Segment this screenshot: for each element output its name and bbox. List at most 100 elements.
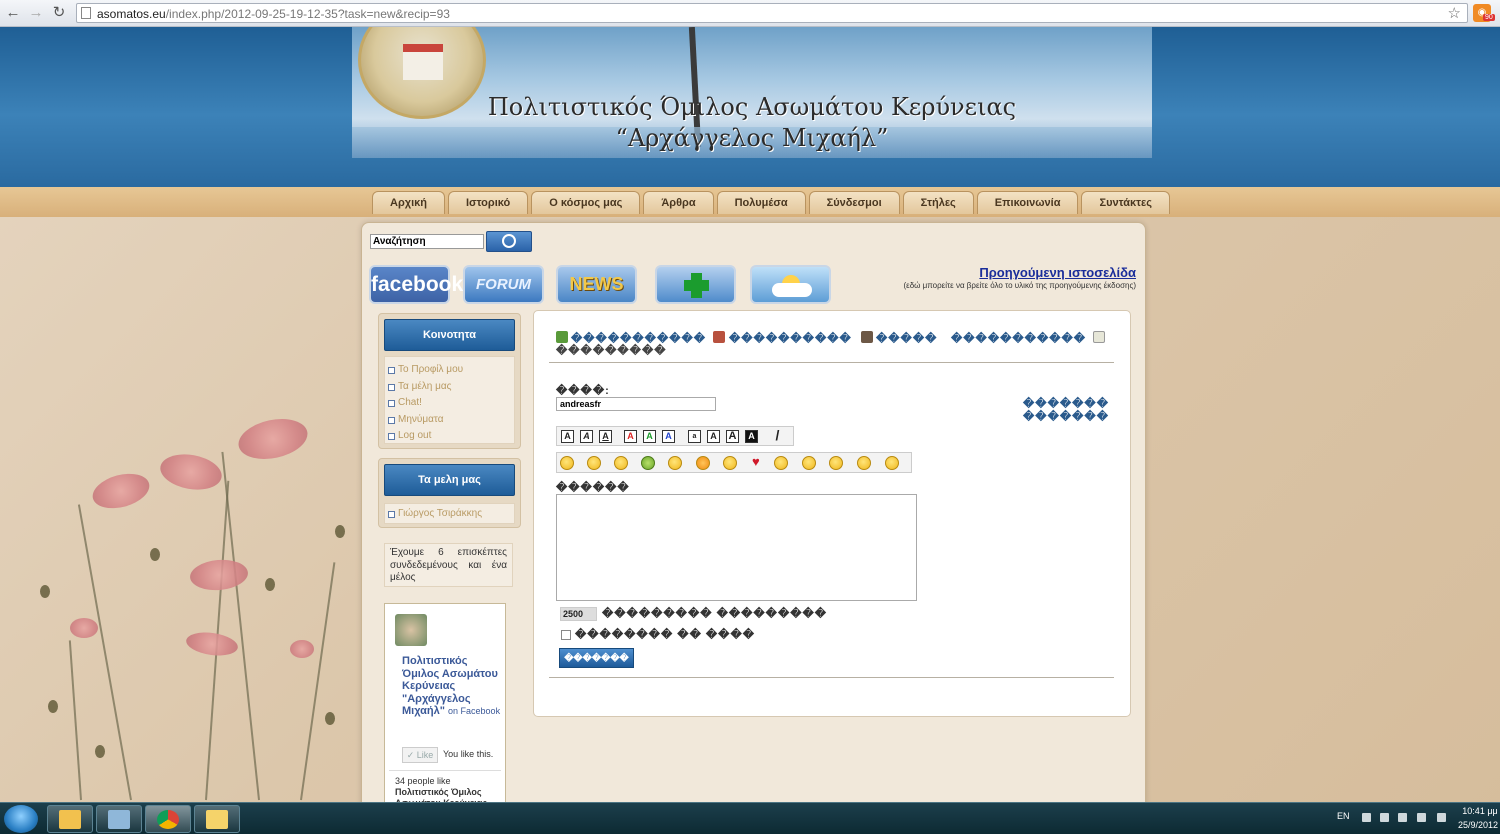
forward-arrow-icon[interactable]: → bbox=[27, 4, 45, 22]
nav-item-columns[interactable]: Στήλες bbox=[902, 191, 974, 214]
facebook-divider bbox=[389, 770, 501, 771]
nav-item-history[interactable]: Ιστορικό bbox=[448, 191, 529, 214]
language-indicator[interactable]: EN bbox=[1337, 811, 1350, 821]
recipient-label: ����: bbox=[556, 385, 610, 397]
sick-icon[interactable] bbox=[641, 456, 655, 470]
health-button[interactable] bbox=[655, 265, 736, 304]
laugh-icon[interactable] bbox=[802, 456, 816, 470]
format-normal-button[interactable]: A bbox=[707, 430, 720, 443]
flower bbox=[157, 449, 225, 495]
menu-item-chat[interactable]: Chat! bbox=[385, 395, 514, 412]
nav-item-our-world[interactable]: Ο κόσμος μας bbox=[531, 191, 641, 214]
blush-icon[interactable] bbox=[774, 456, 788, 470]
members-list: Γιώργος Τσιράκκης bbox=[384, 503, 515, 524]
flower-bud bbox=[95, 745, 105, 758]
tray-network-icon[interactable] bbox=[1380, 813, 1389, 822]
facebook-on-label: on Facebook bbox=[448, 706, 501, 716]
format-blue-button[interactable]: A bbox=[662, 430, 675, 443]
page-icon bbox=[81, 7, 91, 19]
recipients-list-link[interactable]: ������� ������� bbox=[950, 397, 1109, 423]
tray-arrow-icon[interactable] bbox=[1362, 813, 1371, 822]
search-button[interactable] bbox=[486, 231, 532, 252]
facebook-page-name[interactable]: Πολιτιστικός Όμιλος Ασωμάτου Κερύνειας "… bbox=[402, 655, 502, 718]
nav-item-home[interactable]: Αρχική bbox=[372, 191, 445, 214]
taskbar-explorer[interactable] bbox=[47, 805, 93, 833]
flower bbox=[184, 629, 240, 659]
toolbar-link-2[interactable]: ���������� bbox=[729, 332, 852, 345]
flower bbox=[290, 640, 314, 658]
taskbar-app-2[interactable] bbox=[96, 805, 142, 833]
nav-item-multimedia[interactable]: Πολυμέσα bbox=[716, 191, 806, 214]
cool-icon[interactable] bbox=[723, 456, 737, 470]
community-module: Κοινοτητα Το Προφίλ μου Τα μέλη μας Chat… bbox=[378, 313, 521, 449]
heart-icon[interactable]: ♥ bbox=[752, 454, 760, 469]
format-small-button[interactable]: a bbox=[688, 430, 701, 443]
surprised-icon[interactable] bbox=[829, 456, 843, 470]
facebook-like-button[interactable]: ✓ Like bbox=[402, 747, 438, 763]
menu-item-my-profile[interactable]: Το Προφίλ μου bbox=[385, 362, 514, 379]
save-copy-checkbox[interactable] bbox=[561, 630, 571, 640]
tray-volume-icon[interactable] bbox=[1437, 813, 1446, 822]
outbox-icon[interactable] bbox=[713, 331, 725, 343]
smile-icon[interactable] bbox=[560, 456, 574, 470]
main-navigation: Αρχική Ιστορικό Ο κόσμος μας Άρθρα Πολυμ… bbox=[0, 187, 1500, 217]
toolbar-link-3[interactable]: ����� bbox=[876, 332, 937, 345]
address-url[interactable]: asomatos.eu/index.php/2012-09-25-19-12-3… bbox=[97, 7, 450, 21]
format-huge-button[interactable]: A bbox=[745, 430, 758, 443]
format-clear-button[interactable]: / bbox=[771, 428, 784, 443]
news-button[interactable]: NEWS bbox=[556, 265, 637, 304]
angry-icon[interactable] bbox=[696, 456, 710, 470]
trash-icon[interactable] bbox=[861, 331, 873, 343]
wink-icon[interactable] bbox=[668, 456, 682, 470]
format-underline-button[interactable]: A bbox=[599, 430, 612, 443]
taskbar-chrome[interactable] bbox=[145, 805, 191, 833]
clock-date[interactable]: 25/9/2012 bbox=[1456, 820, 1500, 830]
confused-icon[interactable] bbox=[885, 456, 899, 470]
rss-badge: 90 bbox=[1483, 14, 1495, 21]
form-divider-top bbox=[549, 362, 1114, 363]
tray-device-icon[interactable] bbox=[1398, 813, 1407, 822]
facebook-you-like-text: You like this. bbox=[443, 749, 494, 759]
format-red-button[interactable]: A bbox=[624, 430, 637, 443]
facebook-page-avatar[interactable] bbox=[395, 614, 427, 646]
back-arrow-icon[interactable]: ← bbox=[4, 4, 22, 22]
send-button[interactable]: ������� bbox=[559, 648, 634, 668]
menu-item-log-out[interactable]: Log out bbox=[385, 428, 514, 445]
weather-button[interactable] bbox=[750, 265, 831, 304]
neutral-icon[interactable] bbox=[857, 456, 871, 470]
address-bar[interactable]: asomatos.eu/index.php/2012-09-25-19-12-3… bbox=[76, 3, 1468, 23]
save-copy-label: �������� �� ���� bbox=[575, 629, 756, 641]
format-green-button[interactable]: A bbox=[643, 430, 656, 443]
clock-time[interactable]: 10:41 μμ bbox=[1462, 806, 1498, 816]
message-label: ������ bbox=[556, 482, 630, 494]
search-input[interactable] bbox=[370, 234, 484, 249]
compose-icon[interactable] bbox=[1093, 331, 1105, 343]
member-item[interactable]: Γιώργος Τσιράκκης bbox=[385, 506, 514, 523]
start-button[interactable] bbox=[4, 805, 38, 833]
menu-item-members[interactable]: Τα μέλη μας bbox=[385, 379, 514, 396]
nav-item-links[interactable]: Σύνδεσμοι bbox=[808, 191, 900, 214]
format-bold-button[interactable]: A bbox=[561, 430, 574, 443]
header-banner: Πολιτιστικός Όμιλος Ασωμάτου Κερύνειας “… bbox=[352, 27, 1152, 158]
menu-item-messages[interactable]: Μηνύματα bbox=[385, 412, 514, 429]
nav-item-articles[interactable]: Άρθρα bbox=[643, 191, 714, 214]
tongue-icon[interactable] bbox=[614, 456, 628, 470]
previous-site-link[interactable]: Προηγούμενη ιστοσελίδα bbox=[900, 265, 1136, 280]
taskbar-app-4[interactable] bbox=[194, 805, 240, 833]
nav-item-contact[interactable]: Επικοινωνία bbox=[976, 191, 1079, 214]
forum-button[interactable]: FORUM bbox=[463, 265, 544, 304]
inbox-icon[interactable] bbox=[556, 331, 568, 343]
format-large-button[interactable]: A bbox=[726, 430, 739, 443]
toolbar-link-4[interactable]: ����������� bbox=[951, 332, 1086, 345]
facebook-button[interactable]: facebook bbox=[369, 265, 463, 304]
recipient-field[interactable] bbox=[556, 397, 716, 411]
bookmark-star-icon[interactable]: ☆ bbox=[1448, 4, 1461, 22]
tray-dropbox-icon[interactable] bbox=[1417, 813, 1426, 822]
flower-bud bbox=[325, 712, 335, 725]
nav-item-editors[interactable]: Συντάκτες bbox=[1081, 191, 1170, 214]
format-italic-button[interactable]: A bbox=[580, 430, 593, 443]
reload-icon[interactable]: ↻ bbox=[50, 4, 68, 22]
message-textarea[interactable] bbox=[556, 494, 917, 601]
toolbar-link-5[interactable]: ��������� bbox=[556, 344, 667, 357]
sad-icon[interactable] bbox=[587, 456, 601, 470]
